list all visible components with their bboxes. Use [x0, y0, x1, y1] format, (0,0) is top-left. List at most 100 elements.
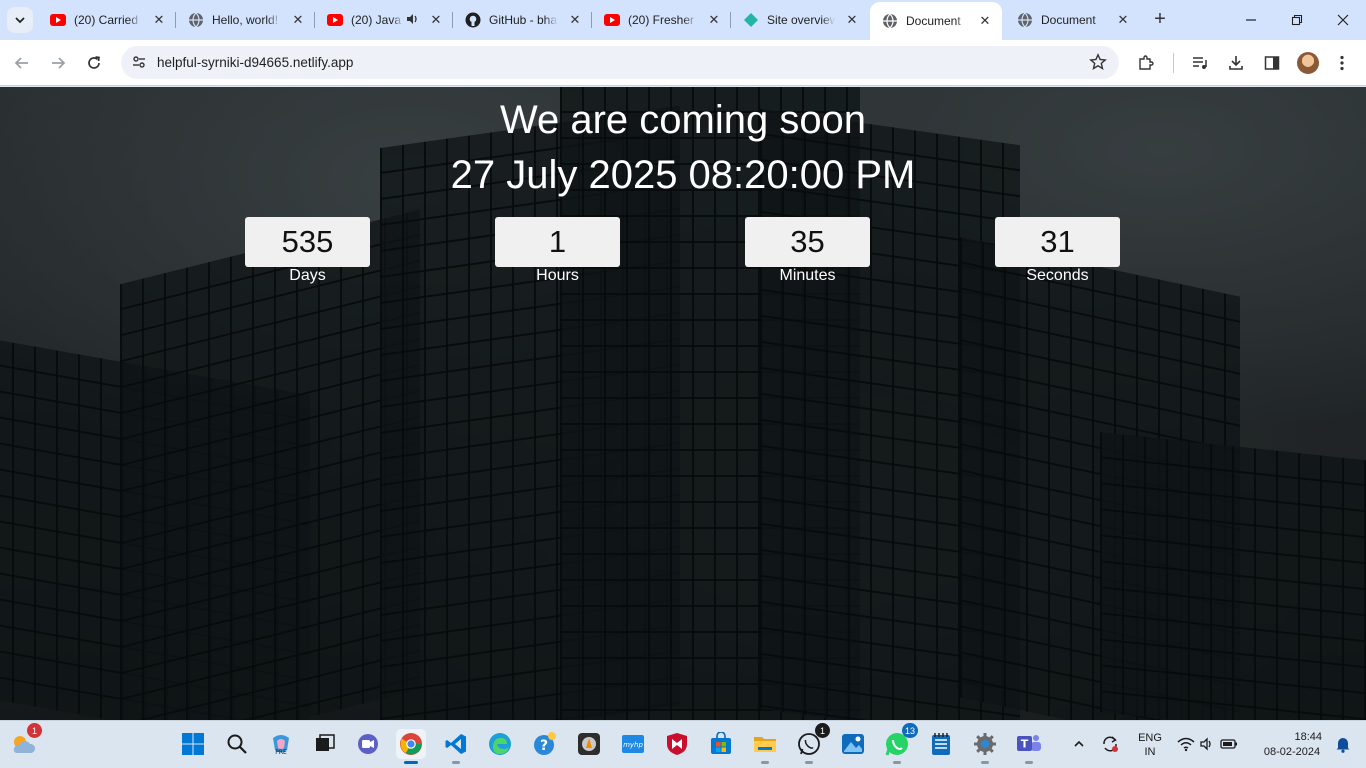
download-icon: [1229, 56, 1243, 70]
minutes-value: 35: [745, 217, 870, 267]
new-tab-button[interactable]: +: [1150, 9, 1170, 30]
tab-title: (20) Java: [351, 13, 402, 27]
more-vertical-icon: [1340, 55, 1344, 71]
tab-3[interactable]: GitHub - bha ✕: [453, 0, 592, 40]
help-question-icon: ?: [534, 732, 556, 755]
tab-5[interactable]: Site overview ✕: [731, 0, 869, 40]
tab-close-button[interactable]: ✕: [705, 11, 723, 29]
search-button[interactable]: [222, 729, 252, 759]
mcafee-button[interactable]: [662, 729, 692, 759]
chrome-taskbar-button[interactable]: [396, 729, 426, 764]
tab-title: Hello, world!: [212, 13, 279, 27]
settings-button[interactable]: [970, 729, 1000, 764]
site-info-icon[interactable]: [131, 54, 147, 75]
photos-button[interactable]: [838, 729, 868, 759]
tab-title: (20) Carried: [74, 13, 139, 27]
copilot-button[interactable]: PRE: [266, 729, 296, 759]
forward-button[interactable]: [44, 49, 72, 77]
chevron-down-icon: [15, 17, 25, 24]
tab-close-button[interactable]: ✕: [150, 11, 168, 29]
tab-6-active[interactable]: Document ✕: [870, 2, 1002, 40]
minimize-button[interactable]: [1228, 0, 1274, 40]
tab-2[interactable]: (20) Java ✕: [315, 0, 453, 40]
vscode-taskbar-button[interactable]: [441, 729, 471, 764]
url-text: helpful-syrniki-d94665.netlify.app: [157, 55, 354, 70]
whatsapp-desktop-button[interactable]: 13: [882, 723, 918, 764]
tab-close-button[interactable]: ✕: [427, 11, 445, 29]
days-value: 535: [245, 217, 370, 267]
tab-strip: (20) Carried ✕ Hello, world! ✕ (20) Java…: [0, 0, 1366, 40]
quick-settings-button[interactable]: [1174, 729, 1240, 759]
teams-button[interactable]: T: [1014, 729, 1044, 764]
sync-status-button[interactable]: [1097, 729, 1123, 759]
reload-button[interactable]: [80, 49, 108, 77]
arrow-right-icon: [52, 57, 66, 69]
clock[interactable]: 18:44 08-02-2024: [1254, 730, 1330, 760]
store-button[interactable]: [706, 729, 736, 759]
edge-taskbar-button[interactable]: [485, 729, 515, 759]
close-window-button[interactable]: [1320, 0, 1366, 40]
tab-title: (20) Fresher: [628, 13, 695, 27]
tab-close-button[interactable]: ✕: [566, 11, 584, 29]
seconds-value: 31: [995, 217, 1120, 267]
show-hidden-icons-button[interactable]: [1066, 729, 1092, 759]
meet-app-button[interactable]: [353, 729, 383, 759]
globe-icon: [882, 13, 898, 29]
notepad-button[interactable]: [926, 729, 956, 759]
folder-icon: [754, 737, 776, 752]
netlify-icon: [743, 12, 759, 28]
gear-icon: [974, 733, 996, 755]
youtube-icon: [604, 12, 620, 28]
taskbar: 1 PRE ? myhp 1 13 T ENG IN 18:44 08-02-2…: [0, 720, 1366, 768]
video-chat-icon: [358, 734, 378, 754]
tab-close-button[interactable]: ✕: [843, 11, 861, 29]
whatsapp-desktop-badge: 13: [901, 723, 918, 738]
tab-search-button[interactable]: [7, 7, 33, 33]
start-button[interactable]: [178, 729, 208, 759]
minutes-label: Minutes: [779, 267, 836, 284]
media-player-button[interactable]: [574, 729, 604, 759]
clock-time: 18:44: [1294, 731, 1322, 743]
volume-icon: [1199, 737, 1211, 751]
speaker-icon[interactable]: [405, 12, 419, 29]
youtube-icon: [50, 12, 66, 28]
address-bar[interactable]: helpful-syrniki-d94665.netlify.app: [121, 46, 1119, 79]
tab-0[interactable]: (20) Carried ✕: [38, 0, 176, 40]
extensions-button[interactable]: [1132, 49, 1160, 77]
sync-icon: [1103, 736, 1118, 752]
help-app-button[interactable]: ?: [530, 729, 560, 759]
language-code: ENG: [1138, 732, 1162, 744]
puzzle-icon: [1139, 55, 1154, 70]
vscode-icon: [445, 734, 466, 754]
hours-value: 1: [495, 217, 620, 267]
teams-icon: T: [1017, 735, 1041, 751]
notifications-button[interactable]: [1330, 729, 1356, 759]
tab-1[interactable]: Hello, world! ✕: [176, 0, 315, 40]
tab-7[interactable]: Document ✕: [1005, 0, 1140, 40]
whatsapp-badge: 1: [815, 723, 830, 738]
downloads-button[interactable]: [1222, 49, 1250, 77]
tab-close-button[interactable]: ✕: [976, 12, 994, 30]
windows-logo-icon: [182, 733, 204, 755]
svg-text:T: T: [1021, 738, 1029, 751]
task-view-button[interactable]: [310, 729, 340, 759]
whatsapp-button[interactable]: 1: [794, 723, 830, 764]
globe-icon: [1017, 12, 1033, 28]
shield-icon: [667, 733, 687, 755]
tab-close-button[interactable]: ✕: [1114, 11, 1132, 29]
mhp-app-icon: myhp: [622, 735, 644, 753]
back-button[interactable]: [8, 49, 36, 77]
tab-close-button[interactable]: ✕: [289, 11, 307, 29]
browser-menu-button[interactable]: [1328, 49, 1356, 77]
language-indicator[interactable]: ENG IN: [1134, 731, 1166, 759]
weather-widget[interactable]: 1: [8, 723, 42, 759]
mhp-app-button[interactable]: myhp: [618, 729, 648, 759]
profile-avatar[interactable]: [1297, 52, 1319, 74]
tab-4[interactable]: (20) Fresher ✕: [592, 0, 731, 40]
side-panel-button[interactable]: [1258, 49, 1286, 77]
media-control-button[interactable]: [1186, 49, 1214, 77]
file-explorer-button[interactable]: [750, 729, 780, 764]
bookmark-star-icon[interactable]: [1089, 53, 1107, 76]
tab-title: GitHub - bha: [489, 13, 558, 27]
restore-button[interactable]: [1274, 0, 1320, 40]
